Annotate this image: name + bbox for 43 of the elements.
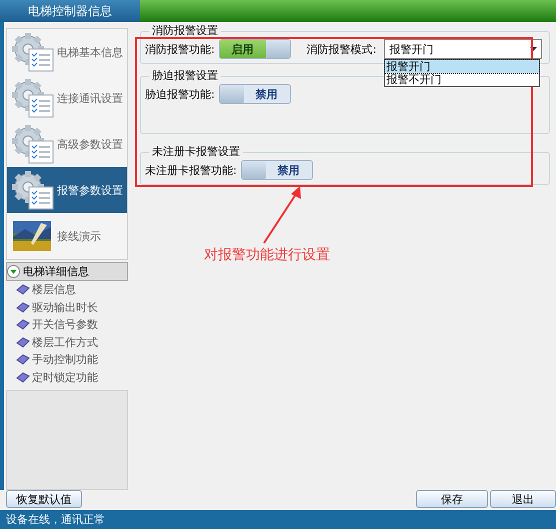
tree-item[interactable]: 驱动输出时长 xyxy=(32,300,98,315)
exit-button[interactable]: 退出 xyxy=(490,490,556,508)
field-label: 未注册卡报警功能: xyxy=(145,162,237,178)
dropdown-option[interactable]: 报警开门 xyxy=(385,60,540,73)
reset-button[interactable]: 恢复默认值 xyxy=(6,490,82,508)
tree-item[interactable]: 手动控制功能 xyxy=(32,352,98,368)
tree-item[interactable]: 定时锁定功能 xyxy=(32,370,98,385)
field-label: 胁迫报警功能: xyxy=(145,86,215,102)
tree-item[interactable]: 开关信号参数 xyxy=(32,317,98,332)
field-label: 消防报警功能: xyxy=(145,42,215,56)
annotation-text: 对报警功能进行设置 xyxy=(204,246,330,264)
window-title: 电梯控制器信息 xyxy=(0,0,140,22)
save-button[interactable]: 保存 xyxy=(416,490,488,508)
book-icon xyxy=(16,354,30,366)
toggle-switch[interactable]: 禁用 xyxy=(240,160,313,180)
caret-icon[interactable] xyxy=(530,47,538,51)
book-icon xyxy=(16,336,30,348)
sidebar-item[interactable]: 连接通讯设置 xyxy=(7,75,127,121)
group-title: 胁迫报警设置 xyxy=(151,70,219,82)
book-icon xyxy=(16,302,30,313)
status-bar: 设备在线，通讯正常 xyxy=(0,510,556,529)
sidebar-item[interactable]: 报警参数设置 xyxy=(7,167,127,213)
group-title: 未注册卡报警设置 xyxy=(151,146,241,158)
sidebar-item[interactable]: 电梯基本信息 xyxy=(7,29,127,75)
gear-list-icon xyxy=(11,78,55,118)
group-title: 消防报警设置 xyxy=(151,25,219,37)
expand-icon xyxy=(7,265,20,278)
mode-dropdown[interactable]: 报警开门 xyxy=(384,39,542,59)
field-label: 消防报警模式: xyxy=(306,42,376,56)
gear-list-icon xyxy=(11,32,55,72)
tree-item[interactable]: 楼层工作方式 xyxy=(32,334,98,350)
tree-item[interactable]: 楼层信息 xyxy=(32,282,76,298)
book-icon xyxy=(16,372,30,383)
sidebar-item[interactable]: 高级参数设置 xyxy=(7,121,127,167)
book-icon xyxy=(16,319,30,330)
sidebar-item[interactable]: 接线演示 xyxy=(7,213,127,259)
toggle-switch[interactable]: 启用 xyxy=(218,39,291,59)
book-icon xyxy=(16,284,30,296)
group-header[interactable]: 电梯详细信息 xyxy=(6,262,128,281)
gear-list-icon xyxy=(11,170,55,210)
gear-list-icon xyxy=(11,124,55,164)
dropdown-option[interactable]: 报警不开门 xyxy=(385,73,540,86)
toggle-switch[interactable]: 禁用 xyxy=(218,84,291,104)
